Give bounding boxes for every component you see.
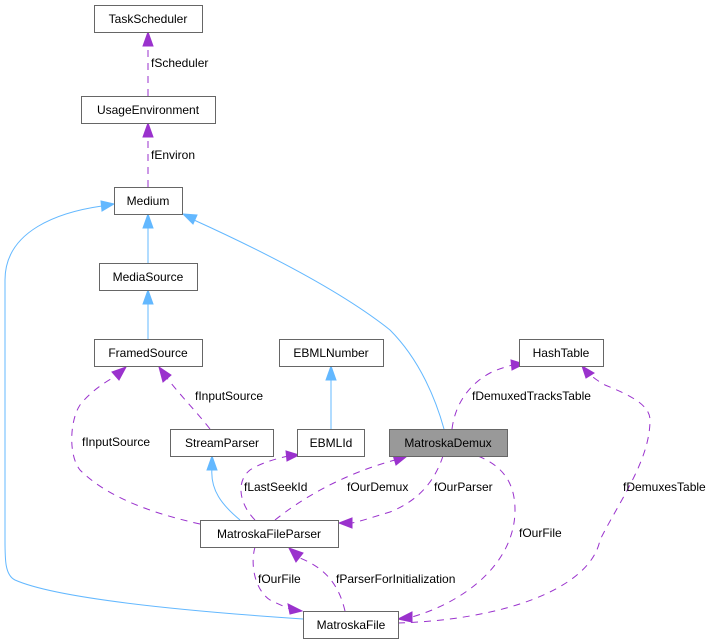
label-fourfile-parser: fOurFile [258,572,301,586]
label-fenviron: fEnviron [151,148,195,162]
label-fourparser: fOurParser [434,480,493,494]
label-flastseekid: fLastSeekId [244,480,307,494]
edge-matroskafileparser-to-streamparser [211,467,241,521]
node-label: UsageEnvironment [97,103,200,117]
edge-labels: fScheduler fEnviron fInputSource fInputS… [82,56,706,586]
label-fdemuxestable: fDemuxesTable [623,480,706,494]
node-label: EBMLNumber [293,346,368,360]
inherit-arrowhead [325,364,337,381]
node-matroskafile[interactable]: MatroskaFile [303,611,399,639]
node-ebmlid[interactable]: EBMLId [297,429,365,457]
inherit-arrowhead [142,212,154,229]
label-fourdemux: fOurDemux [347,480,408,494]
node-label: EBMLId [310,436,353,450]
node-label: FramedSource [108,346,188,360]
inherit-arrowhead [206,454,218,471]
node-usageenvironment[interactable]: UsageEnvironment [81,96,216,124]
node-ebmlnumber[interactable]: EBMLNumber [279,339,384,367]
label-finputsource-streamparser: fInputSource [195,389,263,403]
label-finputsource-fileparser: fInputSource [82,435,150,449]
inheritance-edges [4,200,445,620]
usage-arrowhead [396,611,413,623]
node-label: MatroskaDemux [404,436,491,450]
node-label: HashTable [533,346,590,360]
label-fscheduler: fScheduler [151,56,208,70]
usage-arrowhead [111,366,128,381]
usage-arrowhead [287,547,304,563]
node-streamparser[interactable]: StreamParser [170,429,274,457]
usage-arrowhead [158,365,172,383]
node-mediasource[interactable]: MediaSource [99,263,198,291]
node-taskscheduler[interactable]: TaskScheduler [94,5,203,33]
label-fdemuxedtrackstable: fDemuxedTracksTable [472,389,591,403]
edge-finputsource-streamparser [166,377,211,430]
node-label: MediaSource [113,270,184,284]
node-label: MatroskaFileParser [217,527,321,541]
node-label: TaskScheduler [109,12,188,26]
collaboration-graph: fScheduler fEnviron fInputSource fInputS… [4,5,706,639]
usage-arrowhead [142,30,154,47]
node-hashtable[interactable]: HashTable [519,339,604,367]
inherit-arrowhead [181,213,198,225]
usage-arrowhead [581,364,595,379]
node-label: Medium [127,194,170,208]
usage-arrowhead [337,517,353,529]
label-fourfile-demux: fOurFile [519,526,562,540]
label-fparserforinitialization: fParserForInitialization [336,572,455,586]
inherit-arrowhead [100,200,116,212]
node-label: StreamParser [185,436,259,450]
usage-arrowhead [142,121,154,138]
usage-arrowhead [287,603,304,615]
node-matroskademux[interactable]: MatroskaDemux [389,429,508,457]
node-medium[interactable]: Medium [114,187,183,215]
node-framedsource[interactable]: FramedSource [94,339,203,367]
node-label: MatroskaFile [317,618,386,632]
node-matroskafileparser[interactable]: MatroskaFileParser [200,520,339,548]
inherit-arrowhead [142,288,154,305]
